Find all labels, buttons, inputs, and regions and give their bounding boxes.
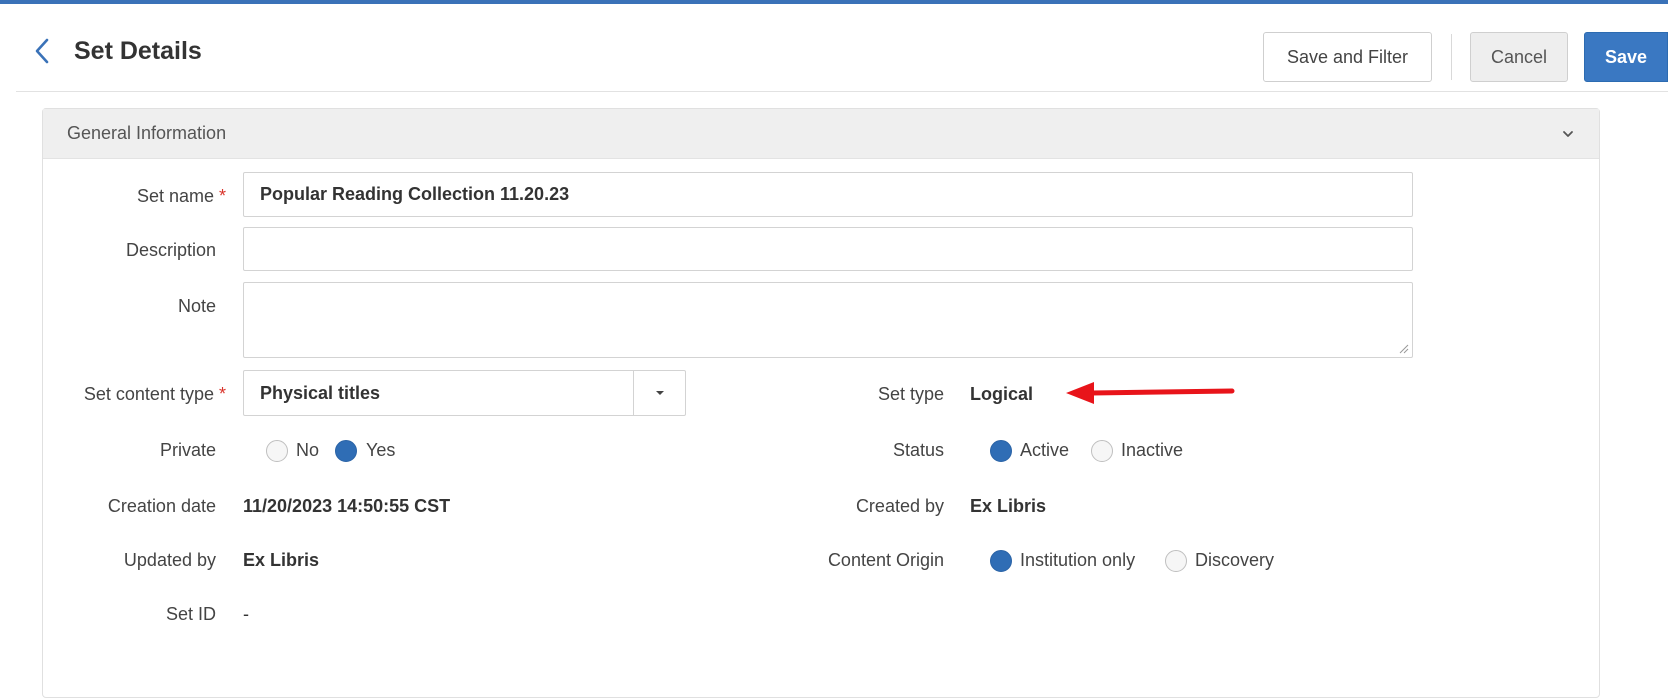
set-type-value: Logical xyxy=(970,384,1034,404)
status-label: Status xyxy=(892,440,944,460)
chevron-left-icon xyxy=(35,38,49,64)
private-yes-radio[interactable] xyxy=(335,440,357,462)
created-by-label: Created by xyxy=(855,496,944,516)
status-inactive-radio[interactable] xyxy=(1091,440,1113,462)
page-header: Set Details Save and Filter Cancel Save xyxy=(0,4,1668,90)
creation-date-label: Creation date xyxy=(107,496,216,516)
set-name-input[interactable]: Popular Reading Collection 11.20.23 xyxy=(243,172,1413,217)
content-type-label-text: Set content type xyxy=(83,384,214,404)
content-type-label: Set content type * xyxy=(84,384,226,405)
set-name-value: Popular Reading Collection 11.20.23 xyxy=(260,184,570,204)
content-origin-institution-label[interactable]: Institution only xyxy=(1020,550,1135,571)
required-marker: * xyxy=(218,186,226,206)
content-type-value: Physical titles xyxy=(260,382,381,403)
content-type-select[interactable]: Physical titles xyxy=(243,370,686,416)
caret-down-icon xyxy=(655,391,664,395)
header-separator xyxy=(16,91,1668,92)
private-label: Private xyxy=(159,440,216,460)
private-yes-label[interactable]: Yes xyxy=(366,440,395,461)
set-name-label: Set name * xyxy=(137,186,226,207)
panel-title: General Information xyxy=(67,123,227,143)
description-input[interactable] xyxy=(243,227,1413,271)
content-origin-label: Content Origin xyxy=(827,550,944,570)
status-inactive-label[interactable]: Inactive xyxy=(1121,440,1183,461)
set-id-label: Set ID xyxy=(165,604,216,624)
save-button[interactable]: Save xyxy=(1584,32,1668,82)
cancel-button[interactable]: Cancel xyxy=(1470,32,1568,82)
content-origin-discovery-label[interactable]: Discovery xyxy=(1195,550,1274,571)
private-no-label[interactable]: No xyxy=(296,440,319,461)
status-active-label[interactable]: Active xyxy=(1020,440,1069,461)
back-button[interactable] xyxy=(30,34,54,68)
select-toggle[interactable] xyxy=(633,371,685,415)
created-by-value: Ex Libris xyxy=(970,496,1047,516)
description-label: Description xyxy=(125,240,216,260)
chevron-down-icon[interactable] xyxy=(1559,125,1577,143)
page-title: Set Details xyxy=(74,37,202,65)
note-textarea[interactable] xyxy=(243,282,1413,358)
resize-handle-icon[interactable] xyxy=(1399,344,1409,354)
note-label: Note xyxy=(177,296,216,316)
required-marker: * xyxy=(218,384,226,404)
button-divider xyxy=(1451,34,1452,80)
updated-by-label: Updated by xyxy=(123,550,216,570)
set-name-label-text: Set name xyxy=(136,186,214,206)
content-origin-discovery-radio[interactable] xyxy=(1165,550,1187,572)
updated-by-value: Ex Libris xyxy=(243,550,320,570)
panel-header[interactable]: General Information xyxy=(43,109,1599,159)
save-and-filter-button[interactable]: Save and Filter xyxy=(1263,32,1432,82)
status-active-radio[interactable] xyxy=(990,440,1012,462)
set-id-value: - xyxy=(243,604,249,624)
private-no-radio[interactable] xyxy=(266,440,288,462)
creation-date-value: 11/20/2023 14:50:55 CST xyxy=(243,496,451,516)
content-origin-institution-radio[interactable] xyxy=(990,550,1012,572)
annotation-arrow xyxy=(1066,382,1235,404)
set-type-label: Set type xyxy=(877,384,944,404)
